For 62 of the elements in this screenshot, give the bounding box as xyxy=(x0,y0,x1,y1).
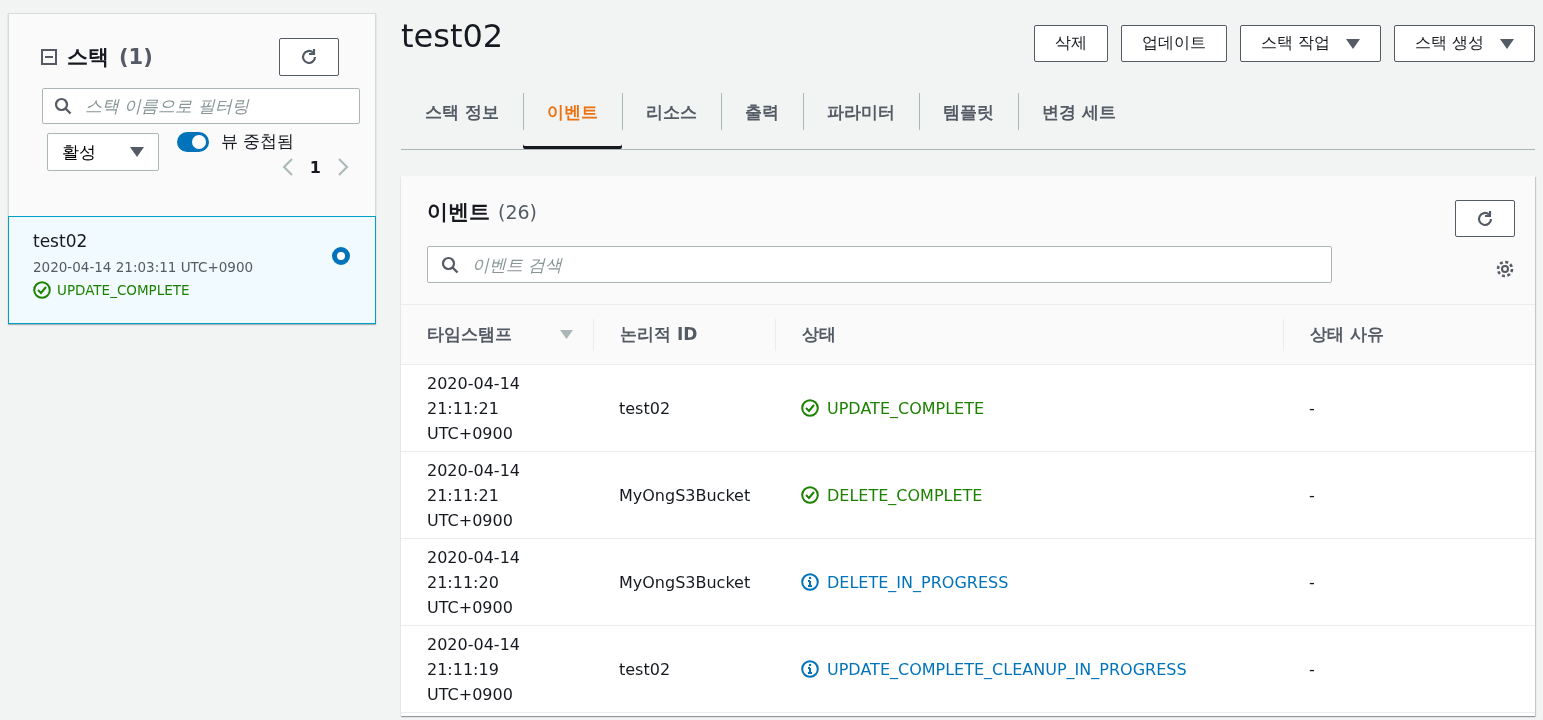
tab[interactable]: 변경 세트 xyxy=(1017,75,1140,149)
stack-status: UPDATE_COMPLETE xyxy=(57,282,190,298)
refresh-icon xyxy=(1475,208,1495,229)
panel-title: 스택 xyxy=(67,44,109,71)
check-circle-icon xyxy=(801,486,819,504)
status-text: UPDATE_COMPLETE_CLEANUP_IN_PROGRESS xyxy=(827,659,1187,679)
column-header[interactable]: 상태 xyxy=(802,323,836,346)
check-circle-icon xyxy=(801,399,819,417)
caret-icon xyxy=(1500,38,1514,49)
caret-icon xyxy=(130,147,144,157)
collapse-icon[interactable] xyxy=(41,49,57,65)
page-number[interactable]: 1 xyxy=(309,157,321,177)
radio-button[interactable] xyxy=(332,247,350,265)
filter-field[interactable]: 스택 이름으로 필터링 xyxy=(42,88,360,124)
refresh-button[interactable] xyxy=(279,38,339,76)
stack-title: test02 xyxy=(401,17,504,55)
column-header[interactable]: 논리적 ID xyxy=(620,323,698,346)
info-icon xyxy=(801,660,819,678)
timestamp-cell-text: 2020-04-14 21:11:21 UTC+0900 xyxy=(427,372,521,445)
timestamp-cell-text: 2020-04-14 21:11:21 UTC+0900 xyxy=(427,459,521,532)
tab[interactable]: 템플릿 xyxy=(918,75,1018,149)
status-text: DELETE_COMPLETE xyxy=(827,485,983,505)
logical-id-cell: test02 xyxy=(619,398,671,418)
reason-cell: - xyxy=(1309,485,1315,505)
stack-time: 2020-04-14 21:03:11 UTC+0900 xyxy=(33,259,254,275)
logical-id-cell: test02 xyxy=(619,659,671,679)
reason-cell: - xyxy=(1309,572,1315,592)
refresh-button[interactable] xyxy=(1455,200,1515,237)
stack-card[interactable]: test02 2020-04-14 21:03:11 UTC+0900 UPDATE_COMPLETE xyxy=(8,216,376,324)
settings-icon[interactable] xyxy=(1495,259,1515,279)
action-button[interactable]: 삭제 xyxy=(1033,25,1108,62)
reason-cell: - xyxy=(1309,659,1315,679)
timestamp-cell-text: 2020-04-14 21:11:20 UTC+0900 xyxy=(427,546,521,619)
info-icon xyxy=(801,573,819,591)
event-count: (26) xyxy=(498,201,537,223)
column-header[interactable]: 타임스탬프 xyxy=(427,323,512,346)
action-button[interactable]: 업데이트 xyxy=(1120,25,1227,62)
tab[interactable]: 파라미터 xyxy=(802,75,919,149)
search-icon xyxy=(441,256,459,274)
column-header[interactable]: 상태 사유 xyxy=(1310,323,1384,346)
check-circle-icon xyxy=(33,281,51,299)
status-dropdown[interactable]: 활성 xyxy=(47,133,159,171)
action-button[interactable]: 스택 작업 xyxy=(1239,25,1381,62)
refresh-icon xyxy=(299,47,319,67)
logical-id-cell: MyOngS3Bucket xyxy=(619,485,751,505)
tab[interactable]: 출력 xyxy=(720,75,803,149)
action-button[interactable]: 스택 생성 xyxy=(1393,25,1535,62)
status-text: UPDATE_COMPLETE xyxy=(827,398,985,418)
reason-cell: - xyxy=(1309,398,1315,418)
stack-count: (1) xyxy=(119,45,153,69)
logical-id-cell: MyOngS3Bucket xyxy=(619,572,751,592)
search-field[interactable]: 이벤트 검색 xyxy=(427,246,1332,283)
tab[interactable]: 리소스 xyxy=(621,75,721,149)
toggle-switch[interactable] xyxy=(177,131,209,152)
timestamp-cell-text: 2020-04-14 21:11:19 UTC+0900 xyxy=(427,633,521,706)
section-title: 이벤트 xyxy=(427,199,490,226)
search-icon xyxy=(54,97,72,115)
tab[interactable]: 스택 정보 xyxy=(401,75,523,149)
caret-icon xyxy=(1345,38,1360,49)
toggle-label: 뷰 중첩됨 xyxy=(221,130,295,153)
stack-name: test02 xyxy=(33,231,89,251)
status-text: DELETE_IN_PROGRESS xyxy=(827,572,1009,592)
